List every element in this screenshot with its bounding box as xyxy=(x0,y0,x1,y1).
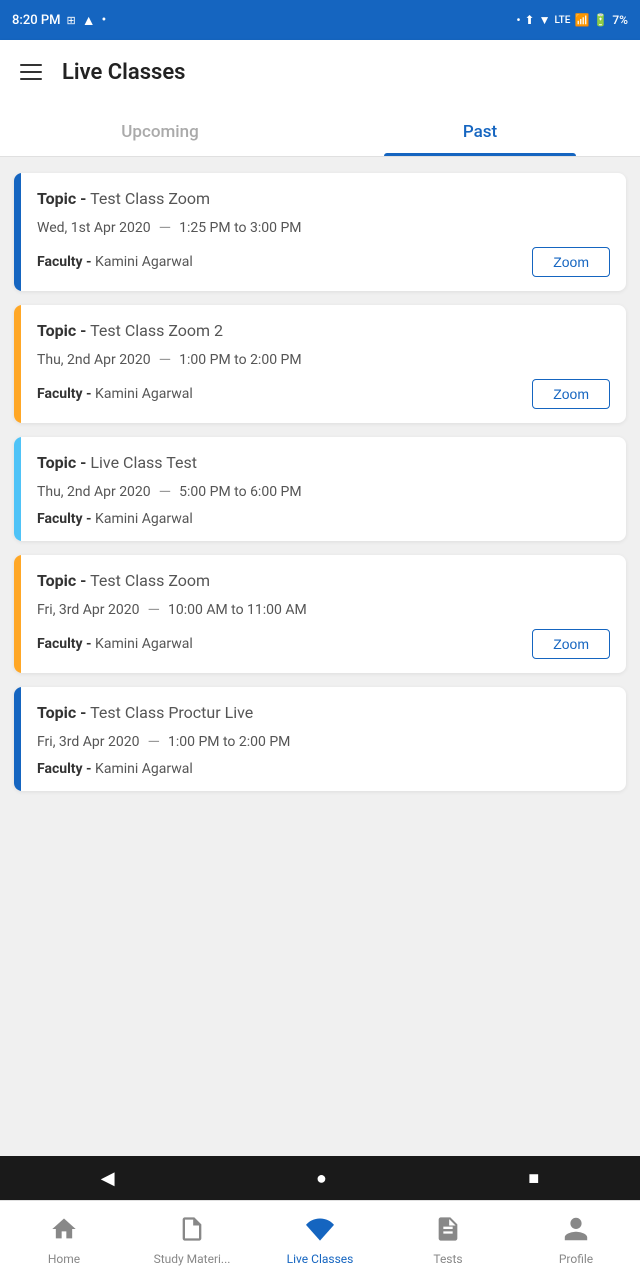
nav-item-tests[interactable]: Tests xyxy=(384,1201,512,1280)
card-datetime: Thu, 2nd Apr 2020 — 5:00 PM to 6:00 PM xyxy=(37,482,610,501)
wifi-icon: ▼ xyxy=(539,13,551,27)
class-card: Topic - Live Class Test Thu, 2nd Apr 2020… xyxy=(14,437,626,541)
class-card: Topic - Test Class Zoom Wed, 1st Apr 2020… xyxy=(14,173,626,291)
card-topic: Topic - Test Class Zoom xyxy=(37,189,610,208)
card-faculty: Faculty - Kamini Agarwal xyxy=(37,386,193,402)
tab-upcoming[interactable]: Upcoming xyxy=(0,104,320,156)
card-faculty: Faculty - Kamini Agarwal xyxy=(37,636,193,652)
card-body: Topic - Test Class Zoom Wed, 1st Apr 2020… xyxy=(21,173,626,291)
nav-label-home: Home xyxy=(48,1252,80,1266)
nav-item-live-classes[interactable]: Live Classes xyxy=(256,1201,384,1280)
menu-button[interactable] xyxy=(16,60,46,84)
card-faculty: Faculty - Kamini Agarwal xyxy=(37,511,193,527)
recents-button[interactable]: ■ xyxy=(528,1168,539,1189)
tests-icon xyxy=(434,1215,462,1248)
page-title: Live Classes xyxy=(62,60,185,85)
card-topic: Topic - Test Class Zoom xyxy=(37,571,610,590)
class-time: 1:25 PM to 3:00 PM xyxy=(179,220,301,236)
card-topic: Topic - Test Class Proctur Live xyxy=(37,703,610,722)
card-topic: Topic - Live Class Test xyxy=(37,453,610,472)
card-accent xyxy=(14,437,21,541)
card-faculty: Faculty - Kamini Agarwal xyxy=(37,254,193,270)
classes-list: Topic - Test Class Zoom Wed, 1st Apr 2020… xyxy=(0,157,640,807)
back-button[interactable]: ◀ xyxy=(101,1168,115,1189)
nav-label-study-material: Study Materi... xyxy=(154,1252,231,1266)
nav-item-home[interactable]: Home xyxy=(0,1201,128,1280)
study-material-icon xyxy=(178,1215,206,1248)
zoom-button[interactable]: Zoom xyxy=(532,379,610,409)
sim-icon: ⊞ xyxy=(67,14,76,27)
card-datetime: Thu, 2nd Apr 2020 — 1:00 PM to 2:00 PM xyxy=(37,350,610,369)
header: Live Classes xyxy=(0,40,640,104)
signal-icon: ⬆ xyxy=(525,13,535,27)
nav-item-profile[interactable]: Profile xyxy=(512,1201,640,1280)
class-date: Thu, 2nd Apr 2020 xyxy=(37,352,151,368)
dash-icon: — xyxy=(159,350,172,369)
card-body: Topic - Test Class Zoom 2 Thu, 2nd Apr 20… xyxy=(21,305,626,423)
class-date: Thu, 2nd Apr 2020 xyxy=(37,484,151,500)
nav-label-profile: Profile xyxy=(559,1252,593,1266)
status-right: • ⬆ ▼ LTE 📶 🔋 7% xyxy=(516,13,628,27)
class-time: 5:00 PM to 6:00 PM xyxy=(179,484,301,500)
class-card: Topic - Test Class Zoom 2 Thu, 2nd Apr 20… xyxy=(14,305,626,423)
class-date: Fri, 3rd Apr 2020 xyxy=(37,734,139,750)
card-topic: Topic - Test Class Zoom 2 xyxy=(37,321,610,340)
class-card: Topic - Test Class Zoom Fri, 3rd Apr 2020… xyxy=(14,555,626,673)
class-time: 1:00 PM to 2:00 PM xyxy=(168,734,290,750)
nav-label-tests: Tests xyxy=(433,1252,462,1266)
home-icon xyxy=(50,1215,78,1248)
live-classes-icon xyxy=(306,1215,334,1248)
card-faculty-row: Faculty - Kamini Agarwal Zoom xyxy=(37,247,610,277)
nav-label-live-classes: Live Classes xyxy=(287,1252,354,1266)
card-accent xyxy=(14,555,21,673)
zoom-button[interactable]: Zoom xyxy=(532,247,610,277)
status-time: 8:20 PM xyxy=(12,13,61,28)
home-button[interactable]: ● xyxy=(316,1168,327,1189)
dash-icon: — xyxy=(159,482,172,501)
app-icon: ▲ xyxy=(82,12,96,29)
card-faculty-row: Faculty - Kamini Agarwal xyxy=(37,511,610,527)
card-body: Topic - Live Class Test Thu, 2nd Apr 2020… xyxy=(21,437,626,541)
class-date: Wed, 1st Apr 2020 xyxy=(37,220,151,236)
class-time: 10:00 AM to 11:00 AM xyxy=(168,602,307,618)
card-datetime: Wed, 1st Apr 2020 — 1:25 PM to 3:00 PM xyxy=(37,218,610,237)
card-faculty: Faculty - Kamini Agarwal xyxy=(37,761,193,777)
status-bar: 8:20 PM ⊞ ▲ • • ⬆ ▼ LTE 📶 🔋 7% xyxy=(0,0,640,40)
tab-past[interactable]: Past xyxy=(320,104,640,156)
dash-icon: — xyxy=(159,218,172,237)
card-faculty-row: Faculty - Kamini Agarwal Zoom xyxy=(37,379,610,409)
battery-level: 7% xyxy=(612,13,628,27)
card-faculty-row: Faculty - Kamini Agarwal xyxy=(37,761,610,777)
zoom-button[interactable]: Zoom xyxy=(532,629,610,659)
card-accent xyxy=(14,173,21,291)
class-date: Fri, 3rd Apr 2020 xyxy=(37,602,139,618)
network-icon: 📶 xyxy=(574,13,589,27)
tabs-container: Upcoming Past xyxy=(0,104,640,157)
card-datetime: Fri, 3rd Apr 2020 — 1:00 PM to 2:00 PM xyxy=(37,732,610,751)
nav-item-study-material[interactable]: Study Materi... xyxy=(128,1201,256,1280)
battery-icon: 🔋 xyxy=(593,13,608,27)
system-nav: ◀ ● ■ xyxy=(0,1156,640,1200)
dash-icon: — xyxy=(147,732,160,751)
data-icon: LTE xyxy=(555,15,571,26)
class-card: Topic - Test Class Proctur Live Fri, 3rd … xyxy=(14,687,626,791)
dot2-icon: • xyxy=(516,13,520,27)
status-left: 8:20 PM ⊞ ▲ • xyxy=(12,12,106,29)
card-body: Topic - Test Class Proctur Live Fri, 3rd … xyxy=(21,687,626,791)
dot-icon: • xyxy=(102,13,107,28)
card-accent xyxy=(14,687,21,791)
class-time: 1:00 PM to 2:00 PM xyxy=(179,352,301,368)
card-datetime: Fri, 3rd Apr 2020 — 10:00 AM to 11:00 AM xyxy=(37,600,610,619)
bottom-nav: Home Study Materi... Live Classes Tests Prof… xyxy=(0,1200,640,1280)
card-faculty-row: Faculty - Kamini Agarwal Zoom xyxy=(37,629,610,659)
card-body: Topic - Test Class Zoom Fri, 3rd Apr 2020… xyxy=(21,555,626,673)
dash-icon: — xyxy=(147,600,160,619)
profile-icon xyxy=(562,1215,590,1248)
card-accent xyxy=(14,305,21,423)
